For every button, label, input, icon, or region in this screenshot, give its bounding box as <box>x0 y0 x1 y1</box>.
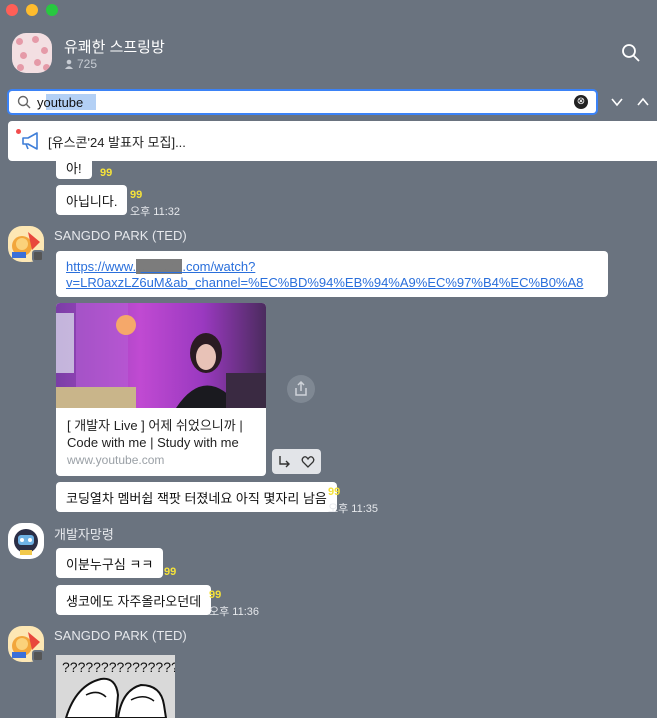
preview-title: [ 개발자 Live ] 어제 쉬었으니까 | Code with me | S… <box>67 417 243 451</box>
message-time: 오후 11:32 <box>130 206 181 218</box>
meme-illustration <box>64 677 168 718</box>
message-time: 오후 11:35 <box>328 503 379 515</box>
search-match-highlight: youtube <box>136 259 183 274</box>
message-time: 오후 11:36 <box>209 606 260 618</box>
zoom-window-button[interactable] <box>46 4 58 16</box>
message-text: 아! <box>66 160 82 176</box>
preview-title-line: Code with me | Study with me <box>67 435 239 450</box>
message-text: 생코에도 자주올라오던데 <box>66 593 202 609</box>
heart-icon <box>301 455 315 468</box>
close-window-button[interactable] <box>6 4 18 16</box>
window-controls <box>6 4 58 16</box>
message-bubble[interactable]: 아닙니다. <box>56 185 128 215</box>
message-bubble[interactable]: 이분누구심 ㅋㅋ <box>56 548 164 578</box>
clear-search-button[interactable]: ⊗ <box>574 95 588 109</box>
pinned-notice[interactable]: [유스콘'24 발표자 모집]... <box>8 121 657 161</box>
like-button[interactable] <box>296 455 320 469</box>
unread-count: 99 <box>328 486 341 498</box>
message-bubble[interactable]: 코딩열차 멤버쉽 잭팟 터졌네요 아직 몇자리 남음 <box>56 482 337 512</box>
message-bubble[interactable]: 생코에도 자주올라오던데 <box>56 585 212 615</box>
magnifier-icon <box>17 95 31 109</box>
link-part: .com/watch? <box>182 259 256 274</box>
room-avatar[interactable] <box>12 33 52 73</box>
unread-count: 99 <box>100 167 113 179</box>
unread-count: 99 <box>164 566 177 578</box>
admin-badge-icon <box>32 250 44 262</box>
reply-arrow-icon <box>279 455 290 467</box>
link-line-2[interactable]: v=LR0axzLZ6uM&ab_channel=%EC%BD%94%EB%94… <box>66 275 598 291</box>
sender-name: 개발자망령 <box>54 527 114 542</box>
message-text: 코딩열차 멤버쉽 잭팟 터졌네요 아직 몇자리 남음 <box>66 490 327 506</box>
preview-title-line: [ 개발자 Live ] 어제 쉬었으니까 | <box>67 418 243 433</box>
message-text: 아닙니다. <box>66 193 118 209</box>
admin-badge-icon <box>32 650 44 662</box>
notice-text: [유스콘'24 발표자 모집]... <box>48 134 186 150</box>
link-part: https://www. <box>66 259 137 274</box>
link-message[interactable]: https://www.youtube.com/watch? v=LR0axzL… <box>56 251 608 297</box>
reply-button[interactable] <box>272 455 296 469</box>
member-count-value: 725 <box>77 57 98 71</box>
share-button[interactable] <box>287 375 315 403</box>
link-line-1[interactable]: https://www.youtube.com/watch? <box>66 259 598 275</box>
avatar-illustration <box>14 529 38 555</box>
room-title: 유쾌한 스프링방 <box>64 39 165 56</box>
sender-name: SANGDO PARK (TED) <box>54 228 187 243</box>
member-count: 725 <box>64 57 97 71</box>
minimize-window-button[interactable] <box>26 4 38 16</box>
unread-count: 99 <box>209 589 222 601</box>
share-icon <box>295 380 307 396</box>
preview-site: www.youtube.com <box>67 453 165 467</box>
next-result-chevron-down-icon[interactable] <box>610 95 624 109</box>
thumbnail-image <box>56 303 266 408</box>
message-actions <box>272 449 321 474</box>
prev-result-chevron-up-icon[interactable] <box>636 95 650 109</box>
notice-new-dot <box>16 129 21 134</box>
person-icon <box>65 59 73 69</box>
video-thumbnail[interactable] <box>56 303 266 408</box>
link-preview-card[interactable]: [ 개발자 Live ] 어제 쉬었으니까 | Code with me | S… <box>56 303 266 476</box>
message-search-bar: ⊗ <box>9 91 596 113</box>
message-bubble[interactable]: 아! <box>56 161 92 179</box>
sender-avatar[interactable] <box>8 523 44 559</box>
megaphone-icon <box>22 132 38 150</box>
search-input[interactable] <box>37 94 557 110</box>
sender-name: SANGDO PARK (TED) <box>54 628 187 643</box>
unread-count: 99 <box>130 189 143 201</box>
search-icon[interactable] <box>621 43 641 63</box>
image-message[interactable]: ??????????????? <box>56 655 175 718</box>
message-text: 이분누구심 ㅋㅋ <box>66 556 154 572</box>
